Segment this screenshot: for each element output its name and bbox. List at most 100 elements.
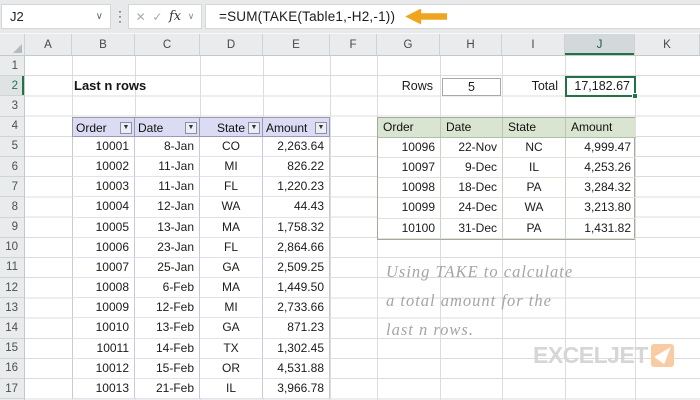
table-cell[interactable]: 23-Jan bbox=[135, 237, 200, 258]
table-cell[interactable]: FL bbox=[200, 237, 263, 258]
cancel-icon[interactable]: ✕ bbox=[136, 10, 146, 24]
table-cell[interactable]: PA bbox=[503, 178, 566, 199]
column-header-f[interactable]: F bbox=[330, 34, 377, 55]
row-header-16[interactable]: 16 bbox=[0, 359, 24, 379]
table-cell[interactable]: OR bbox=[200, 358, 263, 380]
table-cell[interactable]: 10009 bbox=[72, 298, 135, 319]
table-cell[interactable]: 4,999.47 bbox=[566, 138, 636, 158]
table-cell[interactable]: 13-Feb bbox=[135, 318, 200, 339]
table-cell[interactable]: 2,509.25 bbox=[263, 257, 330, 279]
row-header-5[interactable]: 5 bbox=[0, 137, 24, 157]
row-header-13[interactable]: 13 bbox=[0, 298, 24, 319]
table-cell[interactable]: 1,220.23 bbox=[263, 177, 330, 198]
table-cell[interactable]: 4,531.88 bbox=[263, 358, 330, 380]
column-header-c[interactable]: C bbox=[135, 34, 200, 55]
left-table-header-state[interactable]: State ▼ bbox=[200, 116, 263, 137]
right-table-header-order[interactable]: Order bbox=[378, 117, 441, 138]
formula-input[interactable]: =SUM(TAKE(Table1,-H2,-1)) bbox=[205, 4, 700, 29]
row-header-6[interactable]: 6 bbox=[0, 157, 24, 178]
table-cell[interactable]: 10001 bbox=[72, 136, 135, 157]
formula-text[interactable]: =SUM(TAKE(Table1,-H2,-1)) bbox=[206, 9, 395, 24]
table-cell[interactable]: 10100 bbox=[378, 218, 441, 239]
left-table-header-date[interactable]: Date ▼ bbox=[135, 116, 200, 137]
table-cell[interactable]: 10004 bbox=[72, 197, 135, 218]
table-cell[interactable]: WA bbox=[503, 198, 566, 219]
table-cell[interactable]: MA bbox=[200, 217, 263, 238]
selected-cell-j2[interactable]: 17,182.67 bbox=[565, 75, 638, 99]
table-cell[interactable]: 2,263.64 bbox=[263, 136, 330, 157]
table-cell[interactable]: NC bbox=[503, 137, 566, 158]
table-cell[interactable]: 10002 bbox=[72, 156, 135, 178]
table-cell[interactable]: IL bbox=[200, 379, 263, 400]
table-cell[interactable]: 10006 bbox=[72, 237, 135, 258]
table-cell[interactable]: MA bbox=[200, 278, 263, 299]
row-header-7[interactable]: 7 bbox=[0, 177, 24, 198]
table-cell[interactable]: 15-Feb bbox=[135, 358, 200, 380]
table-cell[interactable]: 21-Feb bbox=[135, 379, 200, 400]
table-cell[interactable]: 3,284.32 bbox=[566, 178, 636, 199]
table-cell[interactable]: 1,758.32 bbox=[263, 217, 330, 238]
table-cell[interactable]: 12-Jan bbox=[135, 197, 200, 218]
column-header-a[interactable]: A bbox=[25, 34, 72, 55]
row-header-14[interactable]: 14 bbox=[0, 318, 24, 339]
insert-function-icon[interactable]: fx bbox=[169, 9, 181, 24]
table-cell[interactable]: 10012 bbox=[72, 358, 135, 380]
table-cell[interactable]: 12-Feb bbox=[135, 298, 200, 319]
column-header-d[interactable]: D bbox=[200, 34, 263, 55]
row-header-10[interactable]: 10 bbox=[0, 238, 24, 258]
rows-value-cell[interactable]: 5 bbox=[442, 78, 501, 96]
right-table-header-state[interactable]: State bbox=[503, 117, 566, 138]
filter-dropdown-icon[interactable]: ▼ bbox=[315, 121, 327, 134]
table-cell[interactable]: 14-Feb bbox=[135, 338, 200, 359]
table-cell[interactable]: 1,449.50 bbox=[263, 278, 330, 299]
column-header-h[interactable]: H bbox=[440, 34, 502, 55]
table-cell[interactable]: 8-Jan bbox=[135, 136, 200, 157]
table-cell[interactable]: 11-Jan bbox=[135, 177, 200, 198]
column-header-e[interactable]: E bbox=[263, 34, 330, 55]
enter-icon[interactable]: ✓ bbox=[152, 10, 162, 24]
table-cell[interactable]: 18-Dec bbox=[441, 178, 503, 199]
row-header-2-selected[interactable]: 2 bbox=[0, 76, 24, 97]
row-header-12[interactable]: 12 bbox=[0, 278, 24, 299]
column-header-g[interactable]: G bbox=[377, 34, 440, 55]
table-cell[interactable]: IL bbox=[503, 157, 566, 179]
name-box[interactable]: J2 ∨ bbox=[1, 4, 111, 29]
table-cell[interactable]: 2,864.66 bbox=[263, 237, 330, 258]
filter-dropdown-icon[interactable]: ▼ bbox=[248, 121, 260, 134]
table-cell[interactable]: FL bbox=[200, 177, 263, 198]
fill-handle[interactable] bbox=[632, 93, 638, 99]
left-table-header-amount[interactable]: Amount ▼ bbox=[263, 116, 330, 137]
table-cell[interactable]: 1,302.45 bbox=[263, 338, 330, 359]
table-cell[interactable]: 13-Jan bbox=[135, 217, 200, 238]
table-cell[interactable]: MI bbox=[200, 298, 263, 319]
row-header-17[interactable]: 17 bbox=[0, 379, 24, 400]
table-cell[interactable]: GA bbox=[200, 318, 263, 339]
column-header-j-selected[interactable]: J bbox=[565, 34, 635, 55]
name-box-chevron-icon[interactable]: ∨ bbox=[96, 11, 110, 22]
left-table-header-order[interactable]: Order ▼ bbox=[72, 116, 135, 137]
filter-dropdown-icon[interactable]: ▼ bbox=[120, 121, 132, 134]
filter-dropdown-icon[interactable]: ▼ bbox=[185, 121, 197, 134]
table-cell[interactable]: 31-Dec bbox=[441, 218, 503, 239]
table-cell[interactable]: 24-Dec bbox=[441, 198, 503, 219]
table-cell[interactable]: 3,966.78 bbox=[263, 379, 330, 400]
row-header-3[interactable]: 3 bbox=[0, 96, 24, 117]
table-cell[interactable]: 10003 bbox=[72, 177, 135, 198]
table-cell[interactable]: 10096 bbox=[378, 137, 441, 158]
column-header-i[interactable]: I bbox=[502, 34, 565, 55]
right-table-header-date[interactable]: Date bbox=[441, 117, 503, 138]
table-cell[interactable]: 10013 bbox=[72, 379, 135, 400]
row-header-11[interactable]: 11 bbox=[0, 258, 24, 279]
table-cell[interactable]: 1,431.82 bbox=[566, 219, 636, 239]
column-header-k[interactable]: K bbox=[635, 34, 700, 55]
table-cell[interactable]: 9-Dec bbox=[441, 157, 503, 179]
row-header-9[interactable]: 9 bbox=[0, 218, 24, 238]
table-cell[interactable]: 22-Nov bbox=[441, 137, 503, 158]
table-cell[interactable]: 3,213.80 bbox=[566, 198, 636, 219]
row-header-4[interactable]: 4 bbox=[0, 117, 24, 137]
table-cell[interactable]: 10005 bbox=[72, 217, 135, 238]
table-cell[interactable]: 25-Jan bbox=[135, 257, 200, 279]
right-table-header-amount[interactable]: Amount bbox=[566, 117, 636, 138]
table-cell[interactable]: 10098 bbox=[378, 178, 441, 199]
table-cell[interactable]: TX bbox=[200, 338, 263, 359]
